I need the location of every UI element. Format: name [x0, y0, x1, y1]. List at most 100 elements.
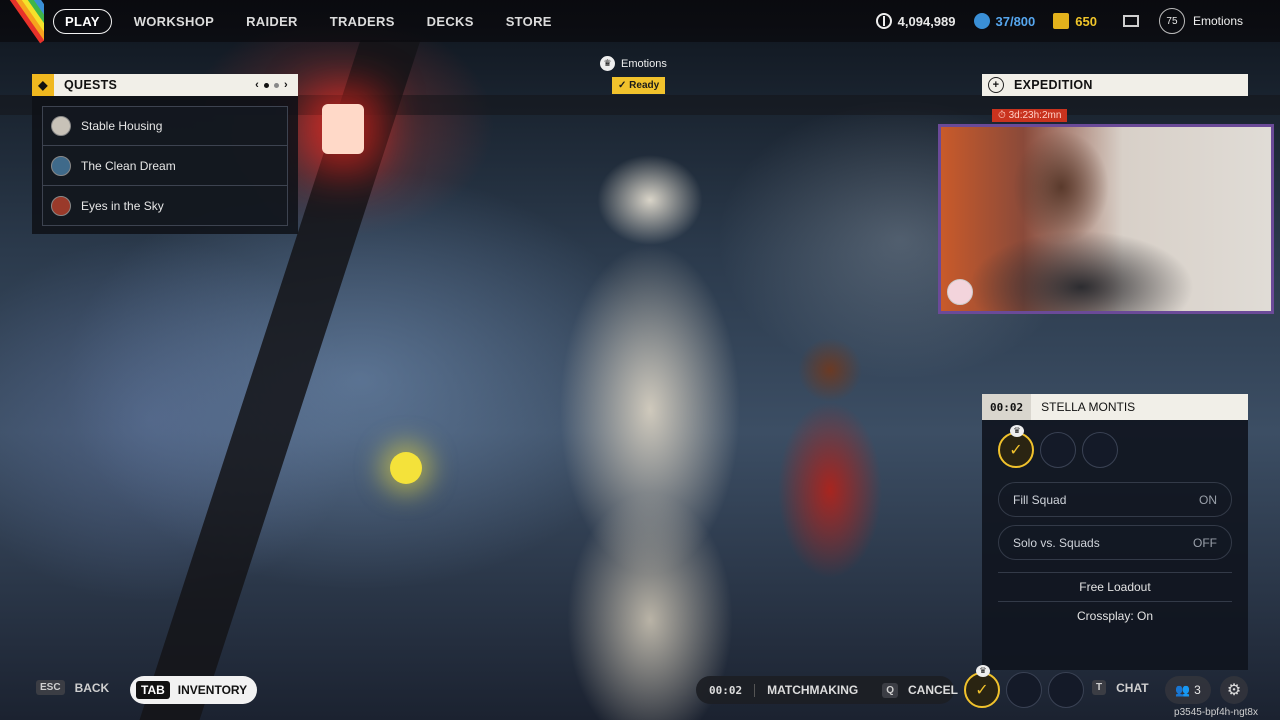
chat-button[interactable]: T CHAT [1092, 680, 1149, 695]
back-button[interactable]: ESC BACK [36, 680, 109, 695]
check-icon: ✓ [618, 80, 627, 91]
gold-value: 650 [1075, 13, 1097, 29]
tab-key-hint: TAB [136, 681, 170, 699]
expedition-icon: + [988, 77, 1004, 93]
crown-icon: ♛ [600, 56, 615, 71]
squad-slot-empty[interactable] [1082, 432, 1118, 468]
credits-value: 37/800 [995, 13, 1036, 29]
squad-slot-leader[interactable]: ♛ ✓ [998, 425, 1034, 468]
player-character [510, 150, 790, 720]
nav-play[interactable]: PLAY [53, 8, 112, 34]
quests-panel: ◆ QUESTS ‹ › Stable Housing The Clean Dr… [32, 74, 298, 234]
nav-decks[interactable]: DECKS [411, 14, 490, 29]
mail-icon[interactable] [1122, 15, 1139, 27]
webcam-avatar [947, 279, 973, 305]
pager-dot[interactable] [274, 82, 280, 88]
matchmaking-timer: 00:02 [709, 683, 756, 697]
top-nav-bar: PLAY WORKSHOP RAIDER TRADERS DECKS STORE… [0, 0, 1280, 44]
quest-item-eyes-in-the-sky[interactable]: Eyes in the Sky [42, 186, 288, 226]
bottom-slot-empty[interactable] [1048, 672, 1084, 708]
fill-squad-toggle[interactable]: Fill Squad ON [998, 482, 1232, 517]
bottom-slot-empty[interactable] [1006, 672, 1042, 708]
map-name: STELLA MONTIS [1041, 400, 1136, 414]
quest-giver-avatar [51, 155, 71, 176]
solo-vs-squads-label: Solo vs. Squads [1013, 535, 1100, 550]
gold-stat[interactable]: 650 [1053, 13, 1097, 29]
squad-slot-empty[interactable] [1040, 432, 1076, 468]
squad-panel: 00:02 STELLA MONTIS ♛ ✓ Fill Squad ON So… [982, 394, 1248, 670]
session-id: p3545-bpf4h-ngt8x [1174, 707, 1258, 718]
currency-stats: 4,094,989 37/800 650 75 Emotions [875, 0, 1280, 42]
quest-list: Stable Housing The Clean Dream Eyes in t… [32, 96, 298, 234]
credits-icon [973, 13, 990, 29]
main-nav: PLAY WORKSHOP RAIDER TRADERS DECKS STORE [53, 8, 568, 34]
lobby-player-name-row: ♛ Emotions [600, 56, 667, 71]
check-icon: ✓ [975, 682, 989, 699]
quests-title: QUESTS [64, 78, 118, 92]
squad-header: 00:02 STELLA MONTIS [982, 394, 1248, 420]
q-key-hint: Q [882, 682, 899, 698]
profile-username[interactable]: Emotions [1193, 14, 1243, 28]
quest-label: The Clean Dream [81, 158, 176, 173]
check-icon: ✓ [1009, 442, 1023, 459]
matchmaking-status: 00:02 MATCHMAKING Q CANCEL [696, 676, 958, 704]
quests-pager: ‹ › [255, 79, 288, 91]
crown-icon: ♛ [976, 665, 990, 677]
ready-badge: ✓ Ready [612, 77, 666, 94]
inventory-label: INVENTORY [177, 683, 248, 697]
quest-icon: ◆ [32, 74, 54, 96]
coin-icon [875, 13, 892, 29]
expedition-timer-value: 3d:23h:2mn [1008, 110, 1062, 121]
nav-raider[interactable]: RAIDER [230, 14, 314, 29]
pager-next-button[interactable]: › [284, 79, 288, 91]
logo-stripes [0, 0, 44, 44]
nav-traders[interactable]: TRADERS [314, 14, 411, 29]
quest-label: Stable Housing [81, 119, 163, 133]
bottom-bar: ESC BACK TAB INVENTORY 00:02 MATCHMAKING… [0, 660, 1280, 720]
solo-vs-squads-toggle[interactable]: Solo vs. Squads OFF [998, 525, 1232, 560]
quest-giver-avatar [51, 116, 71, 136]
coins-value: 4,094,989 [897, 13, 956, 29]
inventory-button[interactable]: TAB INVENTORY [130, 676, 258, 704]
level-badge: 75 [1158, 8, 1185, 34]
party-count: 3 [1194, 683, 1201, 697]
solo-vs-squads-value: OFF [1193, 535, 1217, 550]
scene-red-light [322, 104, 364, 154]
pager-prev-button[interactable]: ‹ [255, 79, 259, 91]
fill-squad-label: Fill Squad [1013, 492, 1067, 507]
fill-squad-value: ON [1199, 492, 1217, 507]
chat-label: CHAT [1116, 680, 1149, 695]
quest-label: Eyes in the Sky [81, 198, 164, 213]
settings-icon[interactable]: ⚙ [1220, 676, 1248, 704]
back-label: BACK [74, 680, 110, 695]
squad-slots: ♛ ✓ [998, 425, 1232, 468]
clock-icon: ⏱ [998, 110, 1006, 121]
party-icon: 👥 [1175, 683, 1191, 697]
nav-workshop[interactable]: WORKSHOP [118, 14, 230, 29]
crown-icon: ♛ [1010, 425, 1024, 437]
party-button[interactable]: 👥 3 [1165, 676, 1211, 704]
quest-giver-avatar [51, 195, 71, 216]
quest-item-clean-dream[interactable]: The Clean Dream [42, 146, 288, 186]
matchmaking-label: MATCHMAKING [767, 683, 859, 697]
credits-stat[interactable]: 37/800 [973, 13, 1036, 29]
expedition-timer: ⏱ 3d:23h:2mn [992, 109, 1068, 122]
expedition-panel[interactable]: + EXPEDITION ⏱ 3d:23h:2mn [982, 74, 1248, 122]
cancel-button[interactable]: CANCEL [908, 683, 958, 697]
bottom-squad-slots: ♛ ✓ [964, 665, 1084, 708]
quests-header: ◆ QUESTS ‹ › [32, 74, 298, 96]
nav-store[interactable]: STORE [490, 14, 568, 29]
free-loadout-option[interactable]: Free Loadout [998, 572, 1232, 601]
lobby-player-name: Emotions [621, 57, 667, 70]
quest-item-stable-housing[interactable]: Stable Housing [42, 106, 288, 146]
squad-body: ♛ ✓ Fill Squad ON Solo vs. Squads OFF Fr… [982, 420, 1248, 670]
coins-stat[interactable]: 4,094,989 [875, 13, 956, 29]
bottom-slot-leader[interactable]: ♛ ✓ [964, 665, 1000, 708]
esc-key-hint: ESC [36, 680, 65, 695]
scene-yellow-light [390, 452, 422, 484]
pager-dot-active[interactable] [264, 82, 270, 88]
crossplay-option[interactable]: Crossplay: On [998, 601, 1232, 630]
ready-label: Ready [629, 80, 660, 91]
gold-icon [1053, 13, 1070, 29]
streamer-webcam-overlay [938, 124, 1274, 314]
